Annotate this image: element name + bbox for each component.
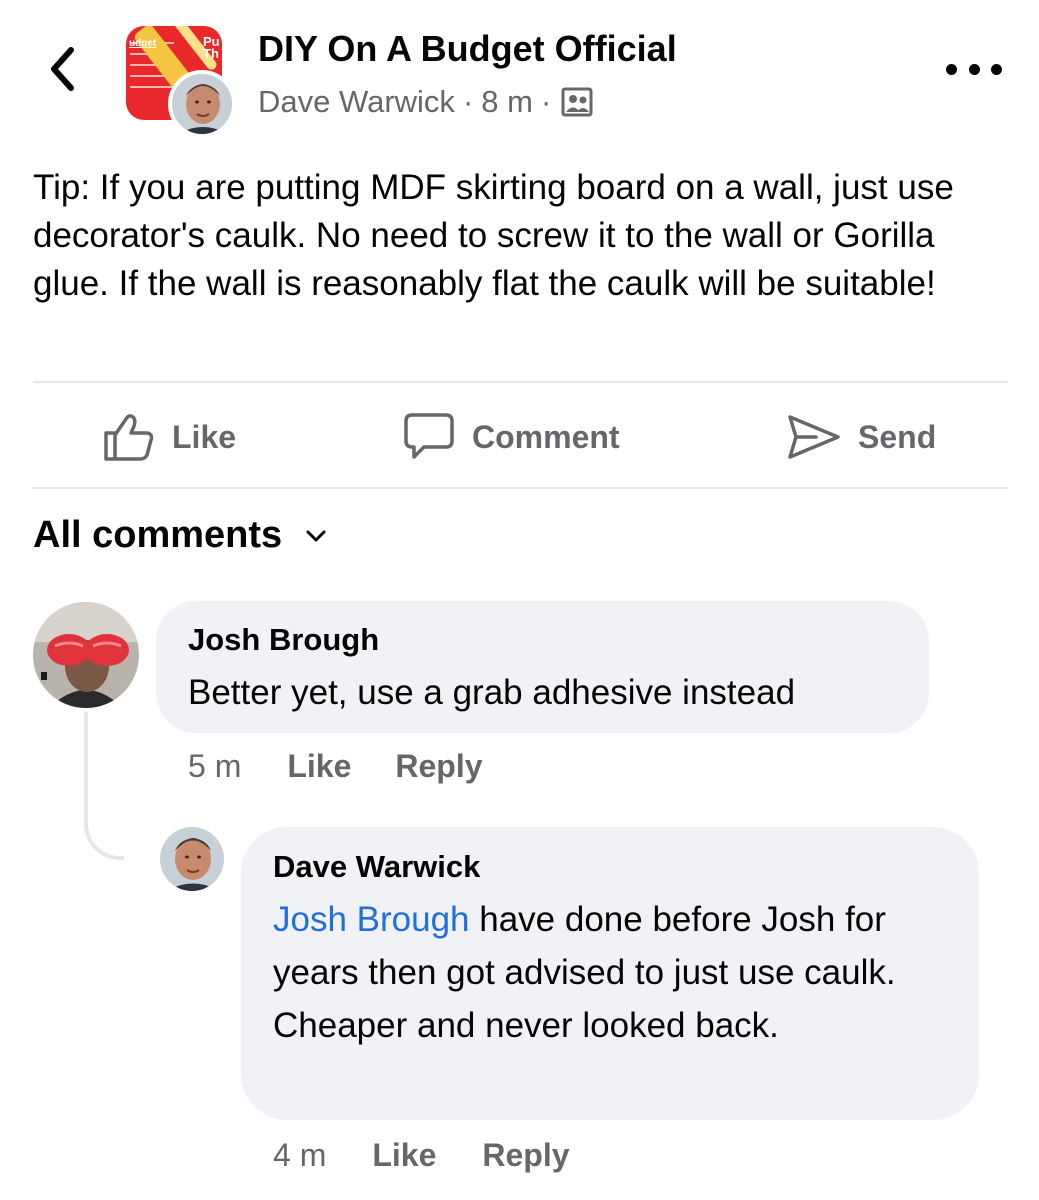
- divider: [33, 487, 1008, 489]
- comment-button[interactable]: Comment: [402, 405, 620, 469]
- commenter-avatar[interactable]: [33, 602, 139, 708]
- meta-separator: ·: [540, 84, 552, 119]
- commenter-name[interactable]: Dave Warwick: [273, 849, 480, 885]
- comment-label: Comment: [472, 418, 620, 455]
- more-dots-icon: [946, 63, 957, 75]
- post-time[interactable]: 8 m: [481, 84, 533, 120]
- commenter-avatar-photo: [160, 827, 224, 891]
- comment-text: Josh Brough have done before Josh for ye…: [273, 893, 963, 1052]
- more-dots-icon: [968, 63, 980, 75]
- comment-like-button[interactable]: Like: [287, 748, 351, 785]
- author-name[interactable]: Dave Warwick: [258, 84, 455, 120]
- comment-reply-button[interactable]: Reply: [482, 1137, 569, 1174]
- comment-text: Better yet, use a grab adhesive instead: [188, 673, 796, 712]
- back-chevron-icon: [51, 47, 74, 91]
- commenter-avatar-photo: [33, 602, 139, 708]
- like-button[interactable]: Like: [102, 405, 236, 469]
- mention-link[interactable]: Josh Brough: [273, 900, 470, 939]
- meta-separator: ·: [462, 84, 474, 119]
- reply-thread-line: [84, 712, 124, 860]
- comments-filter-dropdown[interactable]: All comments: [33, 514, 326, 557]
- comments-filter-label: All comments: [33, 514, 283, 556]
- comment-time[interactable]: 5 m: [188, 748, 241, 785]
- chevron-down-icon: [306, 530, 326, 541]
- send-label: Send: [858, 418, 937, 455]
- back-button[interactable]: [40, 44, 84, 94]
- divider: [33, 381, 1008, 383]
- post-meta: Dave Warwick · 8 m ·: [258, 84, 593, 120]
- thumbs-up-icon: [104, 414, 154, 461]
- comment-meta: 4 m Like Reply: [273, 1137, 570, 1174]
- post-detail-screen: udget Pu Th DIY On A Budget Official Dav…: [0, 0, 1039, 1200]
- post-body: Tip: If you are putting MDF skirting boa…: [33, 168, 954, 303]
- group-name[interactable]: DIY On A Budget Official: [258, 28, 677, 70]
- commenter-avatar[interactable]: [160, 827, 224, 891]
- send-icon: [788, 415, 840, 459]
- members-icon: [561, 87, 593, 117]
- group-avatar-text: Pu Th: [203, 34, 220, 61]
- author-avatar-photo: [172, 74, 232, 134]
- comment-like-button[interactable]: Like: [372, 1137, 436, 1174]
- comment-meta: 5 m Like Reply: [188, 748, 483, 785]
- group-avatar-text: udget: [129, 38, 157, 49]
- send-button[interactable]: Send: [786, 405, 936, 469]
- like-label: Like: [172, 418, 237, 455]
- more-dots-icon: [991, 63, 1002, 75]
- comment-reply-button[interactable]: Reply: [395, 748, 482, 785]
- more-options-button[interactable]: [946, 56, 1002, 82]
- comment-icon: [404, 413, 454, 459]
- comment-time[interactable]: 4 m: [273, 1137, 326, 1174]
- author-avatar[interactable]: [168, 70, 236, 138]
- commenter-name[interactable]: Josh Brough: [188, 622, 379, 658]
